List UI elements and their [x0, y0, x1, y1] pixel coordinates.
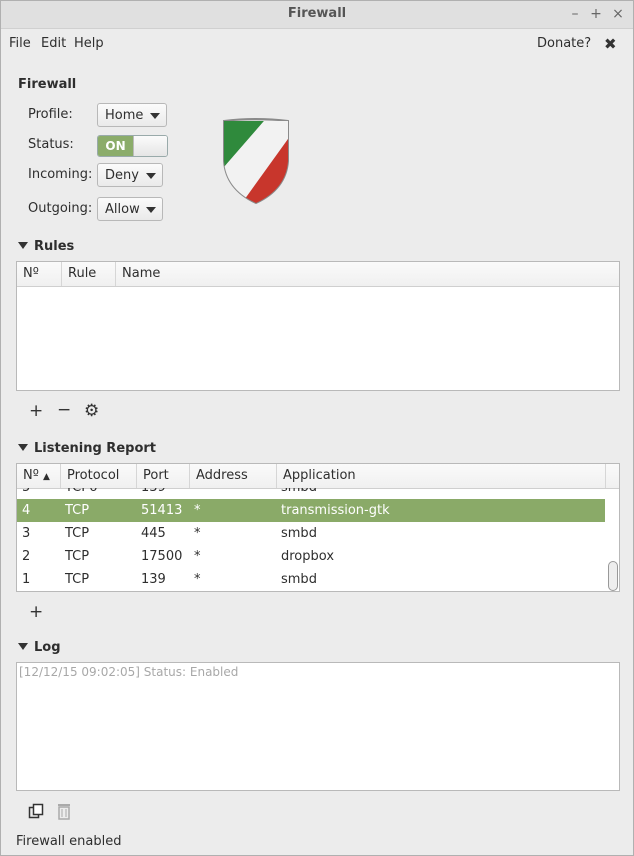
maximize-icon[interactable]: +: [587, 5, 605, 23]
profile-value: Home: [105, 108, 144, 123]
cell-address: *: [194, 526, 201, 541]
menu-edit[interactable]: Edit: [41, 36, 66, 51]
rules-col-name[interactable]: Name: [116, 262, 619, 286]
cell-protocol: TCP: [65, 503, 90, 518]
title-bar: Firewall – + ×: [1, 1, 633, 29]
app-window: Firewall – + × File Edit Help Donate? ✖ …: [0, 0, 634, 856]
cell-port: 17500: [141, 549, 183, 564]
menu-help[interactable]: Help: [74, 36, 104, 51]
expander-icon: [18, 242, 28, 249]
chevron-down-icon: [146, 173, 156, 179]
firewall-heading: Firewall: [18, 77, 77, 92]
scrollbar-thumb[interactable]: [608, 561, 618, 591]
sort-ascending-icon: ▲: [43, 472, 50, 482]
listening-table-header: Nº ▲ Protocol Port Address Application: [17, 464, 619, 489]
cell-number: 4: [22, 503, 31, 518]
listening-col-application[interactable]: Application: [277, 464, 606, 488]
cell-protocol: TCP6: [65, 488, 97, 499]
rules-table: Nº Rule Name: [16, 261, 620, 391]
rules-col-number[interactable]: Nº: [17, 262, 62, 286]
listening-col-port[interactable]: Port: [137, 464, 190, 488]
log-entry: [12/12/15 09:02:05] Status: Enabled: [19, 665, 239, 679]
cell-application: smbd: [281, 572, 317, 587]
copy-icon[interactable]: [28, 803, 44, 819]
outgoing-label: Outgoing:: [28, 201, 93, 216]
cell-protocol: TCP: [65, 526, 90, 541]
shield-icon: [223, 118, 289, 205]
table-row[interactable]: 3 TCP 445 * smbd: [17, 522, 605, 545]
toggle-knob[interactable]: [133, 136, 167, 156]
trash-icon[interactable]: [56, 802, 72, 820]
rules-col-rule[interactable]: Rule: [62, 262, 116, 286]
cell-address: *: [194, 503, 201, 518]
cell-protocol: TCP: [65, 549, 90, 564]
listening-rows: 5 TCP6 139 smbd 4 TCP 51413 * transmission-gtk 3 T…: [17, 488, 606, 591]
rules-heading[interactable]: Rules: [18, 239, 74, 254]
cell-address: *: [194, 549, 201, 564]
cell-address: *: [194, 572, 201, 587]
cell-application: transmission-gtk: [281, 503, 390, 518]
rules-table-header: Nº Rule Name: [17, 262, 619, 287]
cell-port: 139: [141, 572, 166, 587]
remove-rule-button[interactable]: −: [57, 400, 71, 420]
chevron-down-icon: [150, 113, 160, 119]
incoming-label: Incoming:: [28, 167, 93, 182]
outgoing-select[interactable]: Allow: [97, 197, 163, 221]
menu-file[interactable]: File: [9, 36, 31, 51]
status-toggle[interactable]: ON: [97, 135, 168, 157]
cell-application: smbd: [281, 526, 317, 541]
cell-number: 3: [22, 526, 31, 541]
cell-number: 1: [22, 572, 31, 587]
window-title: Firewall: [287, 6, 347, 21]
table-row[interactable]: 2 TCP 17500 * dropbox: [17, 545, 605, 568]
table-row[interactable]: 4 TCP 51413 * transmission-gtk: [17, 499, 605, 522]
table-row[interactable]: 1 TCP 139 * smbd: [17, 568, 605, 591]
status-bar-text: Firewall enabled: [16, 834, 122, 849]
menu-bar: File Edit Help Donate? ✖: [1, 29, 633, 59]
log-heading[interactable]: Log: [18, 640, 61, 655]
close-icon[interactable]: ✖: [604, 35, 617, 53]
minimize-icon[interactable]: –: [566, 5, 584, 23]
donate-link[interactable]: Donate?: [537, 36, 591, 51]
cell-port: 445: [141, 526, 166, 541]
add-rule-button[interactable]: +: [29, 401, 43, 421]
add-port-button[interactable]: +: [29, 602, 43, 622]
listening-heading[interactable]: Listening Report: [18, 441, 156, 456]
cell-application: smbd: [281, 488, 317, 499]
status-toggle-on-label: ON: [98, 136, 133, 156]
expander-icon: [18, 643, 28, 650]
chevron-down-icon: [146, 207, 156, 213]
cell-port: 51413: [141, 503, 183, 518]
close-icon[interactable]: ×: [609, 5, 627, 23]
log-panel[interactable]: [12/12/15 09:02:05] Status: Enabled: [16, 662, 620, 791]
listening-col-address[interactable]: Address: [190, 464, 277, 488]
expander-icon: [18, 444, 28, 451]
incoming-value: Deny: [105, 168, 139, 183]
listening-col-protocol[interactable]: Protocol: [61, 464, 137, 488]
cell-application: dropbox: [281, 549, 335, 564]
profile-label: Profile:: [28, 107, 73, 122]
incoming-select[interactable]: Deny: [97, 163, 163, 187]
outgoing-value: Allow: [105, 202, 140, 217]
gear-icon[interactable]: ⚙: [84, 401, 99, 421]
listening-scrollbar[interactable]: [605, 489, 618, 591]
cell-protocol: TCP: [65, 572, 90, 587]
listening-table: Nº ▲ Protocol Port Address Application 5…: [16, 463, 620, 592]
cell-number: 2: [22, 549, 31, 564]
cell-number: 5: [22, 488, 30, 499]
status-label: Status:: [28, 137, 74, 152]
listening-col-number[interactable]: Nº ▲: [17, 464, 61, 488]
profile-select[interactable]: Home: [97, 103, 167, 127]
cell-port: 139: [141, 488, 166, 499]
table-row[interactable]: 5 TCP6 139 smbd: [17, 488, 605, 499]
